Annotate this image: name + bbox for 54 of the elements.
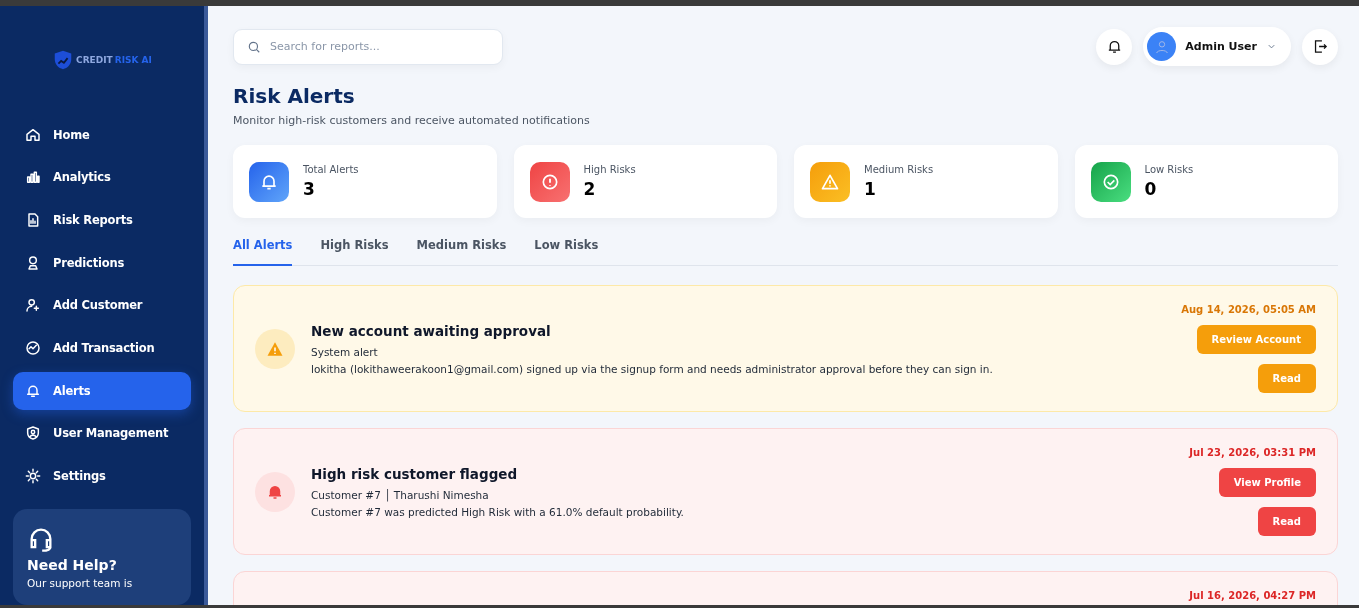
- help-title: Need Help?: [27, 557, 117, 573]
- alert-date: Jul 23, 2026, 03:31 PM: [1189, 447, 1316, 458]
- stat-value: 0: [1144, 179, 1158, 199]
- alert-action-button[interactable]: Read: [1257, 507, 1316, 536]
- nav-item[interactable]: Alerts: [13, 371, 191, 410]
- help-text: Our support team is: [27, 577, 133, 589]
- alert-action-button[interactable]: View Profile: [1218, 468, 1316, 497]
- search-field[interactable]: Search for reports...: [233, 28, 503, 65]
- shield-user-icon: [25, 425, 41, 442]
- alert-title: High risk customer flagged: [311, 465, 519, 482]
- stat-label: Total Alerts: [303, 164, 359, 175]
- logo-text: CREDIT: [76, 54, 113, 65]
- nav-item[interactable]: Add Customer: [13, 286, 191, 325]
- alert-title: New account awaiting approval: [311, 322, 552, 339]
- filter-tab[interactable]: Low Risks: [534, 238, 599, 266]
- add-user-icon: [25, 297, 41, 314]
- exclamation-icon: [529, 161, 570, 202]
- bell-icon: [249, 161, 289, 202]
- page-title: Risk Alerts: [233, 84, 356, 108]
- stat-value: 3: [303, 179, 316, 199]
- alert-source: Customer #7 │ Tharushi Nimesha: [311, 488, 490, 501]
- logout-button[interactable]: [1302, 28, 1338, 65]
- stat-label: Low Risks: [1144, 164, 1194, 175]
- warning-icon: [255, 328, 295, 369]
- logo-text: RISK AI: [114, 54, 152, 65]
- nav-item[interactable]: User Management: [13, 414, 191, 453]
- nav-item[interactable]: Settings: [13, 457, 191, 495]
- filter-tab[interactable]: All Alerts: [233, 238, 293, 266]
- bar-chart-icon: [25, 169, 41, 186]
- nav-item[interactable]: Analytics: [13, 158, 191, 197]
- nav-item[interactable]: Add Transaction: [13, 328, 191, 367]
- user-menu-button[interactable]: Admin User: [1143, 27, 1291, 66]
- alert-message: lokitha (lokithaweerakoon1@gmail.com) signed up via the signup form and needs administrator approval before they can sign in.: [311, 362, 994, 375]
- stat-label: High Risks: [583, 164, 636, 175]
- check-icon: [1090, 161, 1131, 202]
- alert-source: System alert: [311, 345, 379, 358]
- alert-date: Aug 14, 2026, 05:05 AM: [1181, 304, 1316, 315]
- avatar-icon: [1147, 32, 1177, 61]
- stat-value: 2: [583, 179, 597, 199]
- home-icon: [25, 126, 41, 143]
- nav-item[interactable]: Home: [13, 115, 191, 154]
- filter-tab[interactable]: Medium Risks: [416, 238, 507, 266]
- search-icon: [247, 39, 261, 54]
- alert-date: Jul 16, 2026, 04:27 PM: [1189, 590, 1316, 601]
- filter-tab[interactable]: High Risks: [320, 238, 389, 266]
- page-subtitle: Monitor high-risk customers and receive automated notifications: [233, 114, 591, 127]
- stat-label: Medium Risks: [864, 164, 934, 175]
- nav-item[interactable]: Predictions: [13, 243, 191, 282]
- stat-value: 1: [864, 179, 877, 199]
- alert-message: Customer #7 was predicted High Risk with a 61.0% default probability.: [311, 505, 685, 518]
- nav-item[interactable]: Risk Reports: [13, 200, 191, 239]
- report-icon: [25, 211, 41, 228]
- warning-icon: [810, 161, 850, 202]
- bell-icon: [255, 471, 295, 512]
